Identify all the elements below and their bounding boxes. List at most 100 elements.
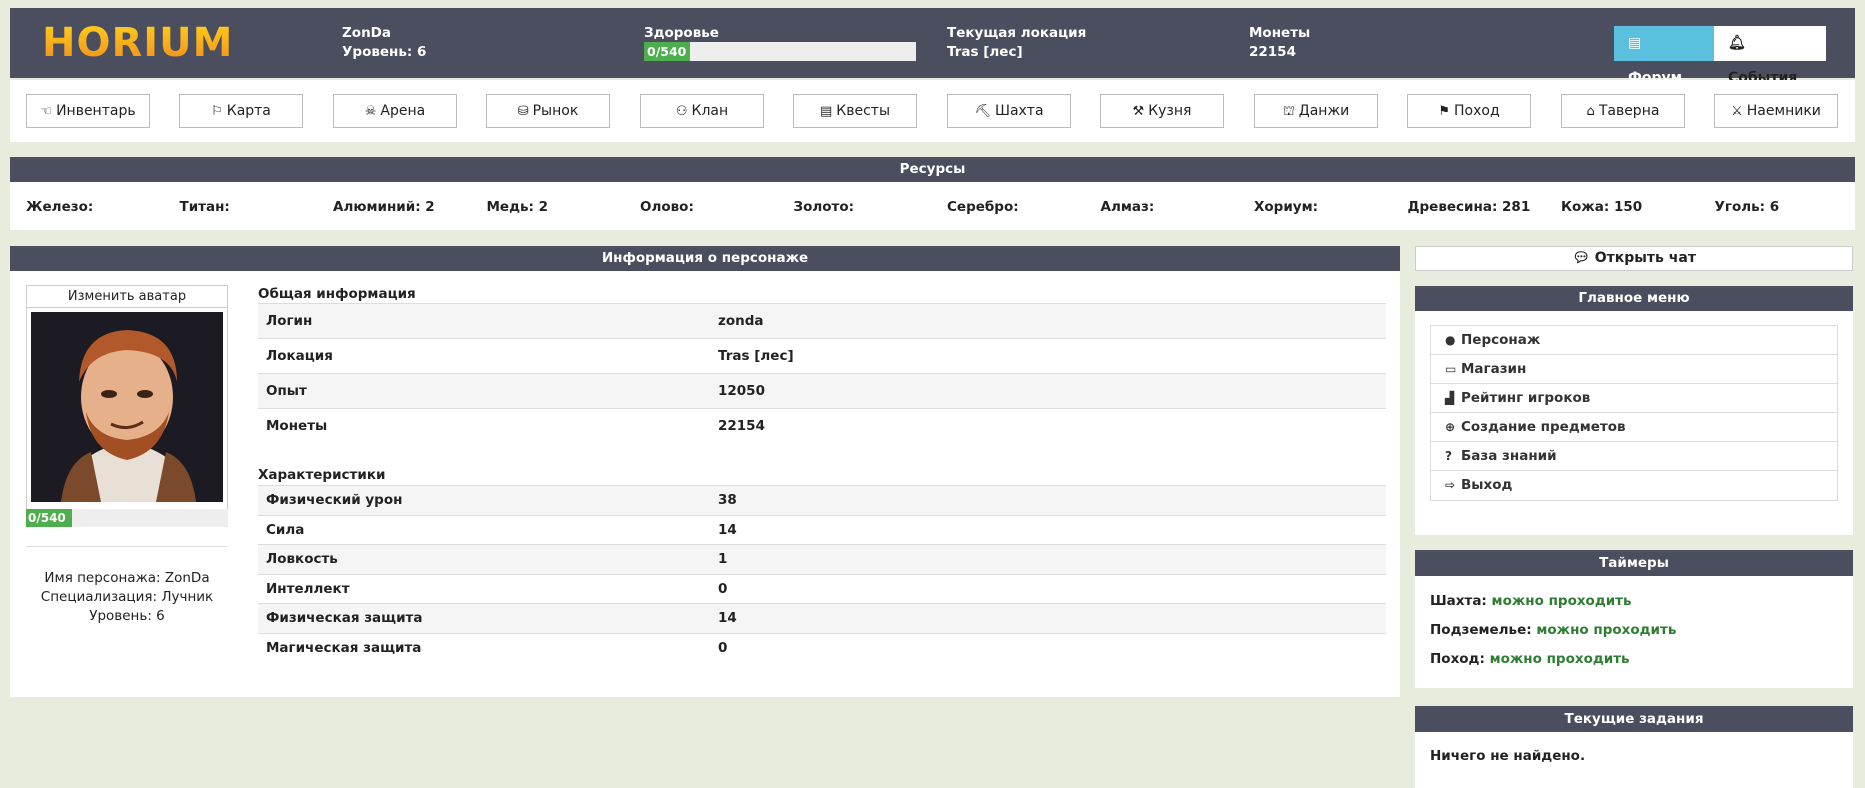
row-value: zonda [710,303,1386,339]
resources-header: Ресурсы [10,157,1855,182]
main-menu-header: Главное меню [1415,286,1853,311]
store-icon: ▭ [1445,362,1457,376]
resources-panel: Железо: Титан: Алюминий: 2 Медь: 2 Олово: Зол… [10,182,1855,230]
tasks-panel: Ничего не найдено. [1415,732,1853,788]
location-label: Текущая локация [947,25,1087,41]
nav-button-5[interactable]: ▤ Квесты [793,94,917,128]
resource-item: Уголь: 6 [1714,199,1780,215]
avatar[interactable] [31,312,223,502]
coins-info: Монеты 22154 [1249,24,1310,62]
avatar-portrait [31,312,223,502]
dungeon-icon: ⛫ [1282,104,1295,119]
nav-button-1[interactable]: ⚐ Карта [179,94,303,128]
health-label: Здоровье [644,25,719,41]
character-level: Уровень: 6 [89,608,165,624]
plus-circle-icon: ⊕ [1445,420,1456,434]
anvil-icon: ⚒ [1132,104,1145,119]
nav-button-3[interactable]: ⛁ Рынок [486,94,610,128]
coins-value: 22154 [1249,44,1296,60]
main-menu-panel: ● Персонаж ▭ Магазин ▟ Рейтинг игроков ⊕ Создан… [1415,311,1853,535]
player-name: ZonDa [342,25,391,41]
nav-button-label: Данжи [1298,103,1350,119]
table-row: Физическая защита 14 [258,603,1386,633]
nav-button-label: Карта [226,103,271,119]
nav-button-6[interactable]: ⛏ Шахта [947,94,1071,128]
logout-icon: ⇨ [1445,478,1456,492]
chat-icon: 💬︎ [1572,250,1590,266]
row-value: 14 [710,514,1386,545]
tasks-header: Текущие задания [1415,706,1853,732]
tasks-empty-text: Ничего не найдено. [1430,748,1586,764]
timer-label: Шахта: [1430,593,1487,609]
change-avatar-link[interactable]: Изменить аватар [27,286,227,308]
location-value: Tras [лес] [947,44,1023,60]
table-row: Локация Tras [лес] [258,338,1386,374]
users-icon: ⚇ [675,104,688,119]
ranking-icon: ▟ [1445,391,1455,405]
character-name: Имя персонажа: ZonDa [44,570,210,586]
signpost-icon: ⚐ [211,104,223,119]
open-chat-button[interactable]: 💬︎ Открыть чат [1415,246,1853,271]
nav-button-10[interactable]: ⌂ Таверна [1561,94,1685,128]
row-value: 1 [710,544,1386,574]
events-button[interactable]: 🔔︎ События [1714,26,1826,86]
row-value: 12050 [710,373,1386,409]
resource-item: Олово: [640,199,694,215]
location-info: Текущая локация Tras [лес] [947,24,1086,62]
general-info-table: Логин zonda Локация Tras [лес] Опыт 12050 Моне… [258,303,1386,444]
nav-button-label: Поход [1454,103,1500,119]
menu-item-label: Магазин [1461,361,1527,377]
menu-item-label: Персонаж [1461,332,1541,348]
menu-item[interactable]: ● Персонаж [1431,326,1837,355]
timer-row: Подземелье: можно проходить [1430,622,1676,638]
table-row: Магическая защита 0 [258,632,1386,663]
nav-button-label: Наемники [1746,103,1821,119]
nav-button-0[interactable]: ☜ Инвентарь [26,94,150,128]
menu-item-label: База знаний [1461,448,1557,464]
menu-item[interactable]: ⇨ Выход [1431,471,1837,500]
hiking-icon: ⚑ [1438,104,1451,119]
timers-header: Таймеры [1415,550,1853,576]
nav-button-9[interactable]: ⚑ Поход [1407,94,1531,128]
character-info-header: Информация о персонаже [10,246,1400,271]
row-key: Монеты [258,408,710,444]
forum-button[interactable]: ▤ Форум [1614,26,1714,86]
nav-button-label: Шахта [994,103,1044,119]
stats-table: Физический урон 38 Сила 14 Ловкость 1 Интеллек… [258,485,1386,663]
main-nav: ☜ Инвентарь ⚐ Карта ☠ Арена ⛁ Рынок ⚇ Клан ▤ Квесты… [10,80,1855,142]
timer-label: Подземелье: [1430,622,1532,638]
avatar-health-bar: 0/540 [26,509,228,527]
row-key: Логин [258,303,710,339]
timer-status: можно проходить [1489,651,1630,667]
timer-status: можно проходить [1536,622,1677,638]
user-icon: ● [1445,333,1456,347]
menu-item[interactable]: ? База знаний [1431,442,1837,471]
table-row: Физический урон 38 [258,485,1386,515]
nav-button-2[interactable]: ☠ Арена [333,94,457,128]
logo[interactable]: HORIUM [42,20,233,66]
nav-button-label: Таверна [1598,103,1660,119]
hand-icon: ☜ [40,104,53,119]
general-info-title: Общая информация [258,286,416,302]
row-key: Локация [258,338,710,374]
row-key: Сила [258,514,710,545]
nav-button-7[interactable]: ⚒ Кузня [1100,94,1224,128]
menu-item-label: Выход [1461,477,1513,493]
character-info-panel: Изменить аватар 0/540 Имя персонажа: Zon… [10,271,1400,697]
nav-button-4[interactable]: ⚇ Клан [640,94,764,128]
avatar-box: Изменить аватар [26,285,228,510]
menu-item[interactable]: ▭ Магазин [1431,355,1837,384]
stats-title: Характеристики [258,467,386,483]
nav-button-8[interactable]: ⛫ Данжи [1254,94,1378,128]
row-value: 38 [710,485,1386,515]
menu-item[interactable]: ▟ Рейтинг игроков [1431,384,1837,413]
person-digging-icon: ⚔ [1731,104,1743,119]
menu-item[interactable]: ⊕ Создание предметов [1431,413,1837,442]
resource-item: Золото: [793,199,855,215]
player-level: Уровень: 6 [342,44,427,60]
health-bar-fill: 0/540 [644,42,690,61]
coins-icon: ⛁ [517,104,529,119]
row-value: Tras [лес] [710,338,1386,374]
clipboard-icon: ▤ [819,104,833,119]
nav-button-11[interactable]: ⚔ Наемники [1714,94,1838,128]
